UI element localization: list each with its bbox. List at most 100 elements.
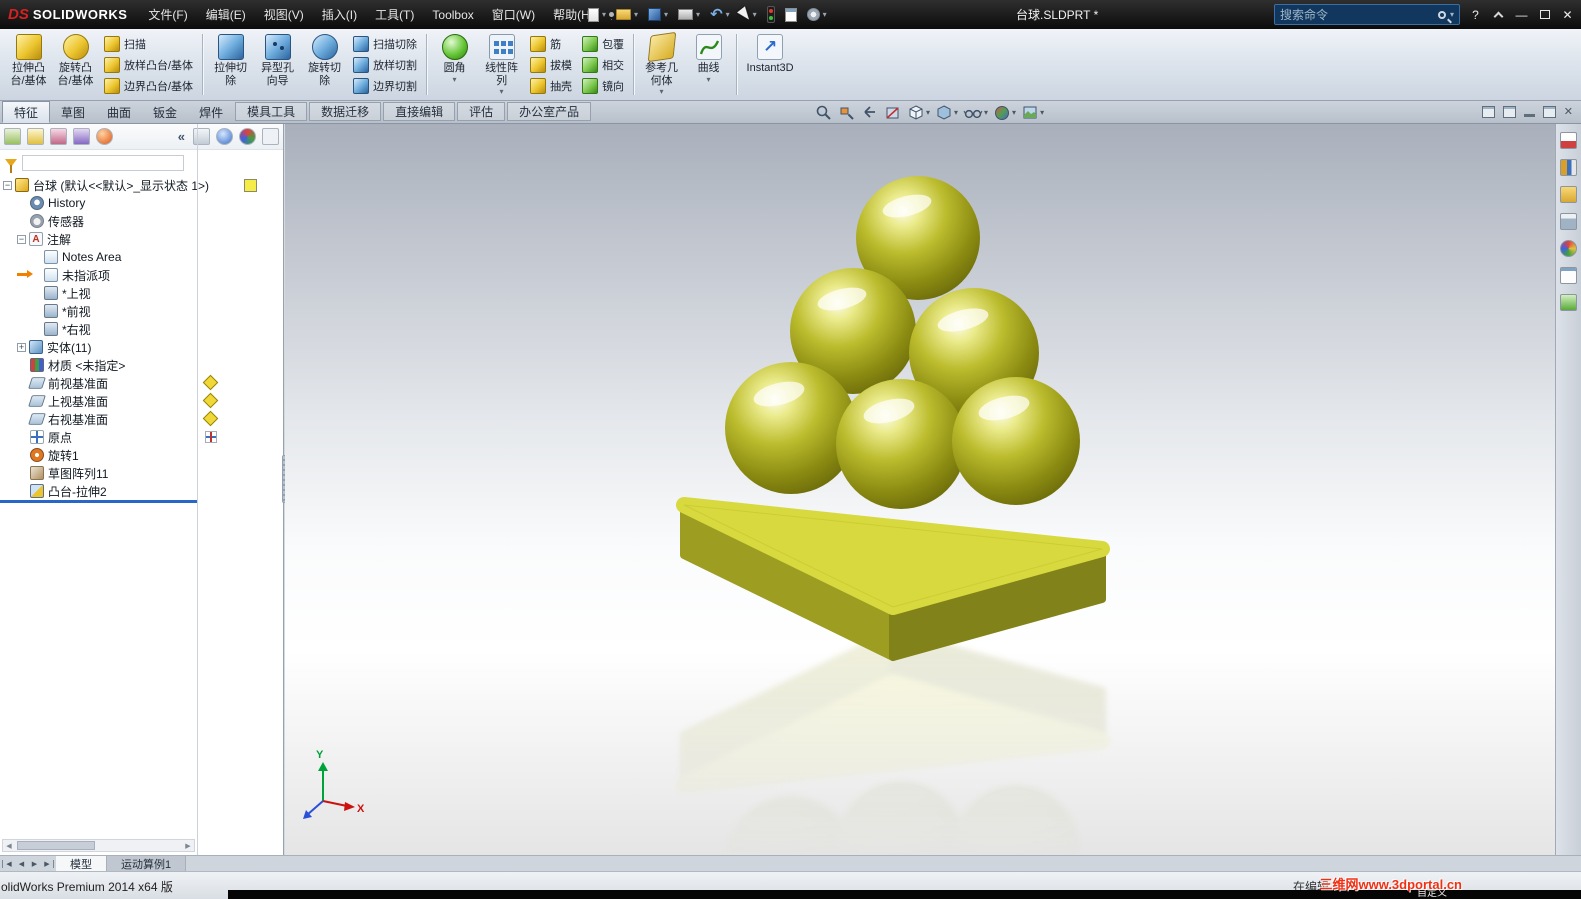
- minimize-document-icon[interactable]: [1523, 113, 1535, 117]
- help-button[interactable]: ?: [1466, 5, 1485, 25]
- tab-mold-tools[interactable]: 模具工具: [235, 102, 308, 121]
- tab-sketch[interactable]: 草图: [50, 101, 96, 123]
- options-button[interactable]: ▾: [802, 2, 832, 27]
- intersect-button[interactable]: 相交: [577, 55, 629, 75]
- next-tab-icon[interactable]: ▶: [28, 860, 41, 868]
- open-document-button[interactable]: ▾: [611, 2, 643, 27]
- previous-tab-icon[interactable]: ◀: [15, 860, 28, 868]
- swept-boss-button[interactable]: 扫描: [99, 34, 198, 54]
- model-tab[interactable]: 模型: [56, 855, 107, 872]
- pane-icon[interactable]: [1481, 105, 1495, 118]
- tree-item-right-plane[interactable]: 右视基准面: [0, 410, 197, 428]
- menu-toolbox[interactable]: Toolbox: [423, 0, 482, 29]
- search-input[interactable]: [1280, 7, 1438, 22]
- filter-funnel-icon[interactable]: [5, 159, 17, 173]
- search-caret-icon[interactable]: ▾: [1450, 10, 1454, 19]
- appearances-scenes-icon[interactable]: [1560, 240, 1577, 257]
- revolved-boss-button[interactable]: 旋转凸 台/基体: [52, 31, 99, 98]
- expander-icon[interactable]: +: [17, 342, 26, 352]
- zoom-fit-button[interactable]: [815, 104, 833, 122]
- minimize-button[interactable]: —: [1512, 5, 1531, 25]
- menu-window[interactable]: 窗口(W): [483, 0, 544, 29]
- billiard-rack-model[interactable]: [684, 176, 1102, 657]
- section-view-button[interactable]: [884, 104, 902, 122]
- tab-sheet-metal[interactable]: 钣金: [142, 101, 188, 123]
- reference-geometry-button[interactable]: 参考几 何体 ▾: [638, 31, 685, 98]
- tab-data-migration[interactable]: 数据迁移: [309, 102, 382, 121]
- print-button[interactable]: ▾: [673, 2, 705, 27]
- tree-item-sketch-pattern11[interactable]: 草图阵列11: [0, 464, 197, 482]
- tree-item-revolve1[interactable]: 旋转1: [0, 446, 197, 464]
- expander-icon[interactable]: −: [17, 234, 26, 244]
- boundary-boss-button[interactable]: 边界凸台/基体: [99, 76, 198, 96]
- revolved-cut-button[interactable]: 旋转切 除: [301, 31, 348, 98]
- tree-item-annotations[interactable]: − A 注解: [0, 230, 197, 248]
- scroll-right-icon[interactable]: ▶: [182, 842, 194, 850]
- dimxpert-manager-icon[interactable]: [73, 128, 90, 145]
- motion-study-tab[interactable]: 运动算例1: [107, 855, 187, 872]
- select-button[interactable]: ▾: [735, 2, 762, 27]
- display-mode-column-icon[interactable]: [216, 128, 233, 145]
- tab-weldments[interactable]: 焊件: [188, 101, 234, 123]
- tab-surfaces[interactable]: 曲面: [96, 101, 142, 123]
- undo-button[interactable]: ↶ ▾: [705, 2, 735, 27]
- tree-item-part[interactable]: − 台球 (默认<<默认>_显示状态 1>): [0, 176, 209, 194]
- view-orientation-button[interactable]: ▾: [907, 104, 930, 122]
- shell-button[interactable]: 抽壳: [525, 76, 577, 96]
- hole-wizard-button[interactable]: 异型孔 向导: [254, 31, 301, 98]
- file-properties-button[interactable]: [780, 2, 802, 27]
- display-manager-icon[interactable]: [96, 128, 113, 145]
- save-button[interactable]: ▾: [643, 2, 673, 27]
- swept-cut-button[interactable]: 扫描切除: [348, 34, 422, 54]
- draft-button[interactable]: 拔模: [525, 55, 577, 75]
- configuration-manager-icon[interactable]: [50, 128, 67, 145]
- custom-properties-icon[interactable]: [1560, 267, 1577, 284]
- restore-button[interactable]: [1535, 5, 1554, 25]
- solidworks-resources-icon[interactable]: [1560, 132, 1577, 149]
- instant3d-toggle[interactable]: ↗ Instant3D: [741, 31, 799, 98]
- new-document-button[interactable]: ▾: [583, 2, 611, 27]
- 3d-model-scene[interactable]: Y X: [285, 124, 1555, 855]
- lofted-cut-button[interactable]: 放样切割: [348, 55, 422, 75]
- expander-icon[interactable]: −: [3, 180, 12, 190]
- tree-item-history[interactable]: History: [0, 194, 197, 212]
- rollback-bar[interactable]: [0, 500, 197, 503]
- tree-item-notes-area[interactable]: Notes Area: [0, 248, 197, 266]
- menu-tools[interactable]: 工具(T): [366, 0, 423, 29]
- menu-file[interactable]: 文件(F): [139, 0, 196, 29]
- apply-scene-button[interactable]: ▾: [1021, 104, 1044, 122]
- hide-show-column-icon[interactable]: [193, 128, 210, 145]
- feature-manager-tree-icon[interactable]: [4, 128, 21, 145]
- tab-features[interactable]: 特征: [2, 101, 51, 123]
- tree-item-material[interactable]: 材质 <未指定>: [0, 356, 197, 374]
- chevron-down-icon[interactable]: ▾: [500, 88, 504, 96]
- scroll-left-icon[interactable]: ◀: [3, 842, 15, 850]
- file-explorer-icon[interactable]: [1560, 186, 1577, 203]
- property-manager-icon[interactable]: [27, 128, 44, 145]
- tree-item-front-view[interactable]: *前视: [0, 302, 197, 320]
- collapse-panel-button[interactable]: «: [176, 129, 187, 144]
- boundary-cut-button[interactable]: 边界切割: [348, 76, 422, 96]
- edit-appearance-button[interactable]: ▾: [993, 104, 1016, 122]
- tree-item-boss-extrude2[interactable]: 凸台-拉伸2: [0, 482, 197, 500]
- tree-filter-input[interactable]: [22, 155, 184, 171]
- forum-icon[interactable]: [1560, 294, 1577, 311]
- previous-view-button[interactable]: [861, 104, 879, 122]
- tab-office-products[interactable]: 办公室产品: [507, 102, 592, 121]
- first-tab-icon[interactable]: ◀: [2, 859, 15, 868]
- wrap-button[interactable]: 包覆: [577, 34, 629, 54]
- display-style-button[interactable]: ▾: [935, 104, 958, 122]
- tab-evaluate[interactable]: 评估: [457, 102, 506, 121]
- zoom-area-button[interactable]: [838, 104, 856, 122]
- tree-item-top-plane[interactable]: 上视基准面: [0, 392, 197, 410]
- tree-horizontal-scrollbar[interactable]: ◀ ▶: [2, 839, 195, 852]
- chevron-down-icon[interactable]: ▾: [707, 75, 711, 84]
- appearance-swatch[interactable]: [244, 179, 257, 192]
- mirror-button[interactable]: 镜向: [577, 76, 629, 96]
- scrollbar-thumb[interactable]: [17, 841, 95, 850]
- close-document-icon[interactable]: ✕: [1564, 105, 1573, 118]
- chevron-down-icon[interactable]: ▾: [453, 75, 457, 84]
- close-button[interactable]: ✕: [1558, 5, 1577, 25]
- menu-view[interactable]: 视图(V): [255, 0, 313, 29]
- split-pane-icon[interactable]: [1502, 105, 1516, 118]
